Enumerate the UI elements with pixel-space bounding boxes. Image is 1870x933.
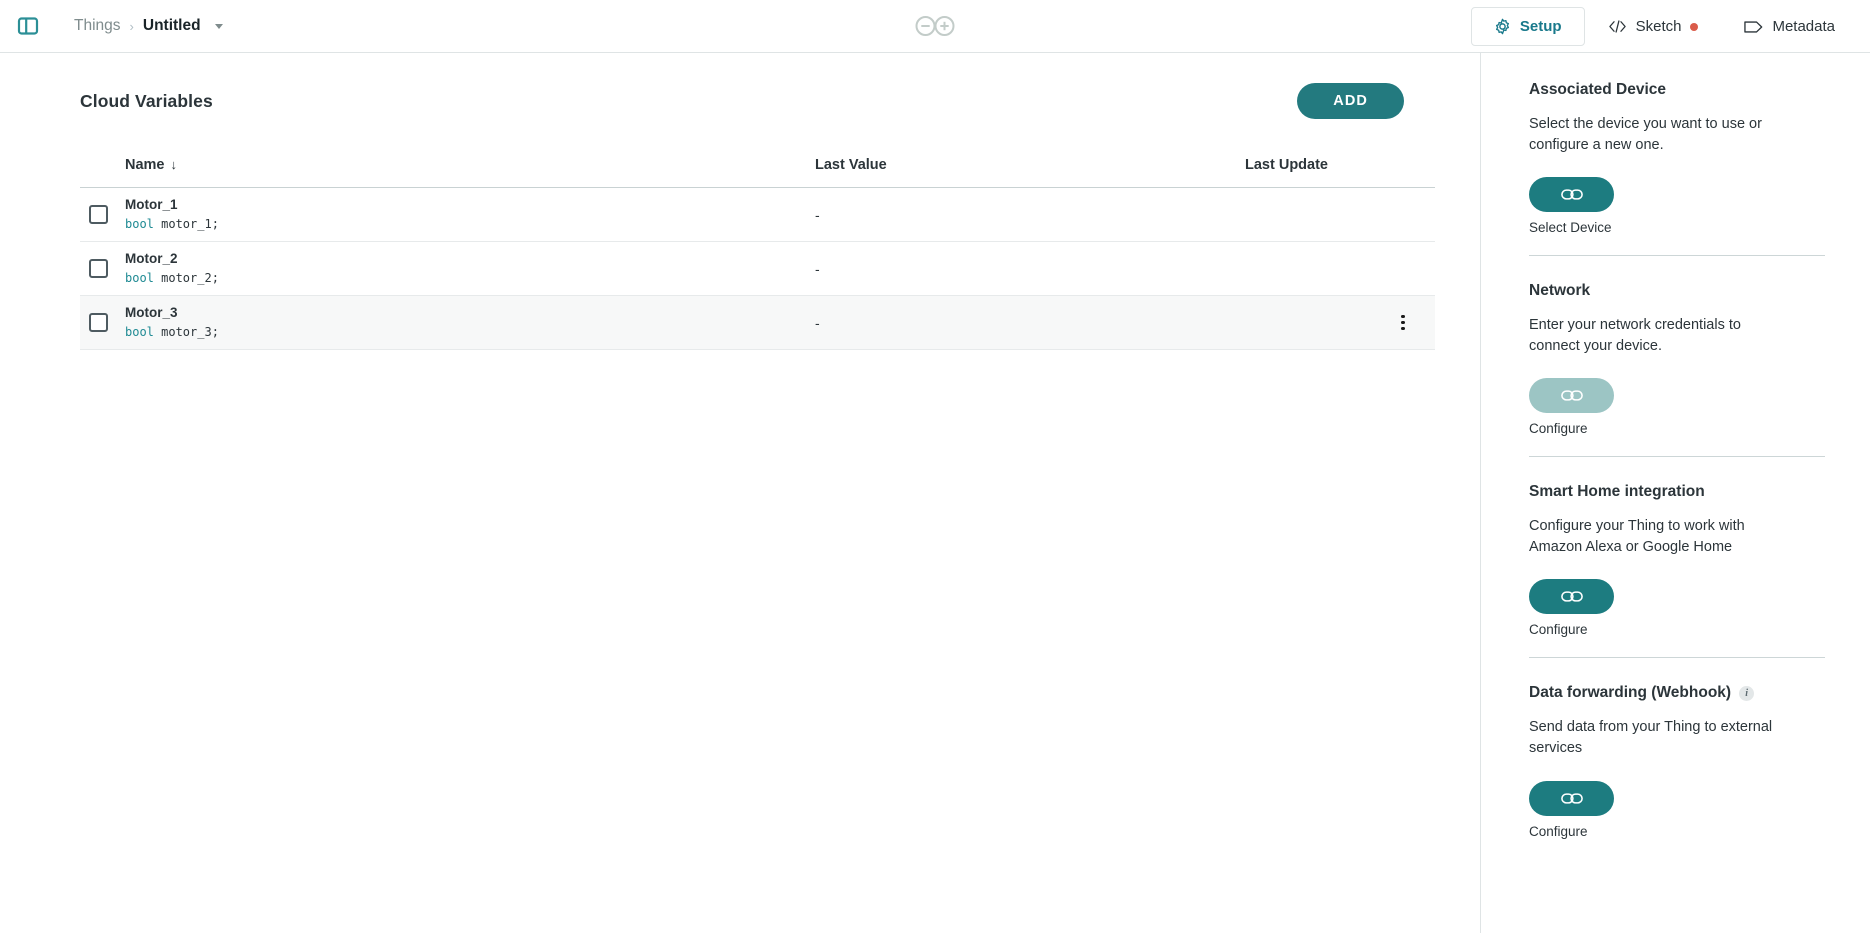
page-title: Cloud Variables <box>80 90 213 111</box>
section-title-text: Network <box>1529 282 1591 300</box>
select-device-caption: Select Device <box>1529 220 1612 236</box>
kebab-dot <box>1401 326 1405 330</box>
table-header-last-update[interactable]: Last Update <box>1245 157 1435 188</box>
sidebar-section-webhook: Data forwarding (Webhook) i Send data fr… <box>1529 657 1825 858</box>
link-icon <box>1560 188 1583 201</box>
variable-type: bool <box>125 324 154 339</box>
row-name-cell: Motor_1 bool motor_1; <box>125 188 815 242</box>
row-name-cell: Motor_2 bool motor_2; <box>125 242 815 296</box>
configure-network-button[interactable] <box>1529 378 1614 414</box>
select-device-button[interactable] <box>1529 177 1614 213</box>
variable-name[interactable]: Motor_3 <box>125 304 815 322</box>
row-name-cell: Motor_3 bool motor_3; <box>125 296 815 350</box>
section-description: Select the device you want to use or con… <box>1529 116 1762 153</box>
thing-tabs: Setup Sketch Metadata <box>1470 0 1858 53</box>
code-brackets-icon <box>1608 19 1627 34</box>
section-title-network: Network <box>1529 282 1825 300</box>
row-more-options-icon[interactable] <box>1389 309 1417 337</box>
row-checkbox[interactable] <box>89 205 108 224</box>
kebab-dot <box>1401 320 1405 325</box>
row-checkbox[interactable] <box>89 313 108 332</box>
sidebar-section-associated-device: Associated Device Select the device you … <box>1529 81 1825 255</box>
table-row[interactable]: Motor_1 bool motor_1; - <box>80 188 1435 242</box>
link-icon <box>1560 792 1583 805</box>
kebab-dot <box>1401 315 1405 319</box>
variable-decl-rest: motor_2; <box>153 270 219 285</box>
tab-metadata[interactable]: Metadata <box>1721 7 1858 46</box>
variable-name[interactable]: Motor_1 <box>125 196 815 214</box>
table-header-last-value[interactable]: Last Value <box>815 157 1245 188</box>
variable-name[interactable]: Motor_2 <box>125 250 815 268</box>
row-last-value: - <box>815 206 820 223</box>
breadcrumb-things[interactable]: Things <box>74 17 121 35</box>
row-last-update <box>1245 188 1435 242</box>
table-header-name-label: Name <box>125 157 165 173</box>
cloud-variables-table: Name ↓ Last Value Last Update Motor_1 boo <box>80 157 1435 350</box>
section-description: Send data from your Thing to external se… <box>1529 719 1773 757</box>
table-row[interactable]: Motor_2 bool motor_2; - <box>80 242 1435 296</box>
cloud-variables-header: Cloud Variables ADD <box>80 83 1442 119</box>
section-title-text: Data forwarding (Webhook) <box>1529 684 1732 702</box>
tag-icon <box>1744 20 1763 34</box>
table-header-name[interactable]: Name ↓ <box>125 157 815 188</box>
variable-declaration: bool motor_3; <box>125 323 815 341</box>
section-title-associated-device: Associated Device <box>1529 81 1825 99</box>
chevron-down-icon[interactable] <box>214 23 223 29</box>
sketch-unsaved-indicator <box>1690 22 1699 31</box>
section-title-text: Smart Home integration <box>1529 483 1705 501</box>
tab-metadata-label: Metadata <box>1772 18 1835 35</box>
tab-sketch[interactable]: Sketch <box>1585 7 1722 46</box>
table-header-checkbox-col <box>80 157 125 188</box>
table-body: Motor_1 bool motor_1; - Motor_2 bool mot… <box>80 188 1435 350</box>
section-title-text: Associated Device <box>1529 81 1666 98</box>
cloud-variables-panel: Cloud Variables ADD Name ↓ Last Value Las… <box>0 53 1480 933</box>
row-select-cell <box>80 296 125 350</box>
thing-setup-sidebar: Associated Device Select the device you … <box>1480 53 1870 933</box>
page-body: Cloud Variables ADD Name ↓ Last Value Las… <box>0 53 1870 933</box>
row-last-value: - <box>815 314 820 331</box>
variable-decl-rest: motor_3; <box>153 324 219 339</box>
breadcrumb-separator-icon: › <box>129 18 134 34</box>
row-select-cell <box>80 242 125 296</box>
sidebar-panel-icon[interactable] <box>15 13 41 39</box>
row-select-cell <box>80 188 125 242</box>
section-title-smart-home: Smart Home integration <box>1529 483 1825 501</box>
link-icon <box>1560 389 1583 402</box>
link-icon <box>1560 590 1583 603</box>
table-row[interactable]: Motor_3 bool motor_3; - <box>80 295 1435 350</box>
variable-decl-rest: motor_1; <box>153 216 219 231</box>
section-description: Enter your network credentials to connec… <box>1529 317 1741 354</box>
info-icon[interactable]: i <box>1739 685 1755 701</box>
section-description: Configure your Thing to work with Amazon… <box>1529 518 1745 555</box>
breadcrumb: Things › Untitled <box>74 17 223 35</box>
configure-webhook-caption: Configure <box>1529 823 1588 839</box>
row-last-value: - <box>815 260 820 277</box>
variable-declaration: bool motor_2; <box>125 269 815 287</box>
section-title-webhook: Data forwarding (Webhook) i <box>1529 684 1825 702</box>
configure-network-caption: Configure <box>1529 421 1588 437</box>
variable-type: bool <box>125 216 154 231</box>
tab-sketch-label: Sketch <box>1635 18 1682 35</box>
tab-setup[interactable]: Setup <box>1470 7 1585 46</box>
configure-smart-home-caption: Configure <box>1529 622 1588 638</box>
top-bar: Things › Untitled Setup Sketch Metadata <box>0 0 1870 53</box>
row-checkbox[interactable] <box>89 259 108 278</box>
sort-descending-icon[interactable]: ↓ <box>171 157 178 172</box>
variable-type: bool <box>125 270 154 285</box>
tab-setup-label: Setup <box>1519 18 1562 35</box>
gear-icon <box>1494 18 1511 35</box>
add-variable-button[interactable]: ADD <box>1297 83 1404 119</box>
row-actions-cell <box>1245 296 1435 350</box>
row-last-update <box>1245 242 1435 296</box>
configure-webhook-button[interactable] <box>1529 780 1614 816</box>
sidebar-section-smart-home: Smart Home integration Configure your Th… <box>1529 456 1825 657</box>
table-header: Name ↓ Last Value Last Update <box>80 157 1435 188</box>
arduino-infinity-logo <box>914 15 956 37</box>
breadcrumb-current-thing[interactable]: Untitled <box>143 17 201 35</box>
variable-declaration: bool motor_1; <box>125 215 815 233</box>
sidebar-section-network: Network Enter your network credentials t… <box>1529 255 1825 456</box>
configure-smart-home-button[interactable] <box>1529 579 1614 615</box>
